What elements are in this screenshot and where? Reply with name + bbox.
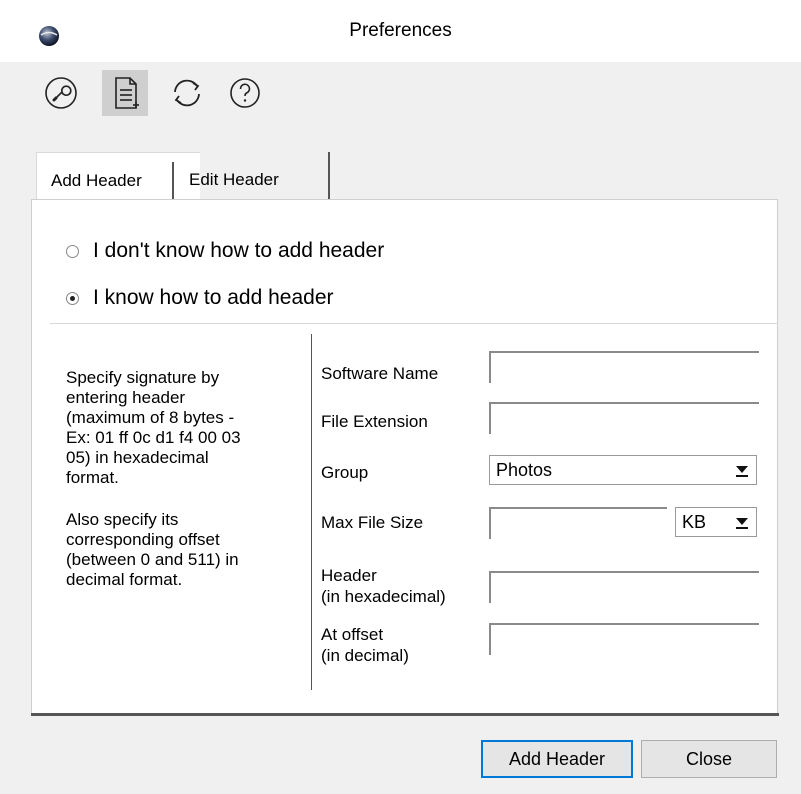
wrench-circle-icon xyxy=(45,77,77,109)
size-unit-select[interactable]: KB xyxy=(675,507,757,537)
vertical-divider xyxy=(311,334,312,690)
offset-label: At offset (in decimal) xyxy=(321,625,409,665)
tab-divider xyxy=(172,162,174,200)
settings-button[interactable] xyxy=(38,70,84,116)
panel-border xyxy=(31,713,779,716)
help-icon xyxy=(230,78,260,108)
help-text: Specify signature by entering header (ma… xyxy=(66,368,292,612)
header-label: Header (in hexadecimal) xyxy=(321,566,446,606)
software-name-label: Software Name xyxy=(321,364,439,383)
help-button[interactable] xyxy=(222,70,268,116)
group-select-value: Photos xyxy=(496,460,553,480)
group-label: Group xyxy=(321,463,369,482)
title-bar: Preferences xyxy=(0,0,801,62)
group-select[interactable]: Photos xyxy=(489,455,757,485)
horizontal-divider xyxy=(50,323,778,324)
radio-know[interactable] xyxy=(66,291,79,305)
option-know[interactable]: I know how to add header xyxy=(66,286,334,310)
help-paragraph-1: Specify signature by entering header (ma… xyxy=(66,368,241,487)
update-button[interactable] xyxy=(164,70,210,116)
close-button[interactable]: Close xyxy=(641,740,777,778)
option-dont-know[interactable]: I don't know how to add header xyxy=(66,239,384,263)
chevron-down-bar xyxy=(736,475,748,477)
option-know-label: I know how to add header xyxy=(93,286,334,309)
chevron-down-bar xyxy=(736,527,748,529)
max-file-size-input[interactable] xyxy=(489,507,667,539)
max-file-size-label: Max File Size xyxy=(321,513,424,532)
tab-edit-header[interactable]: Edit Header xyxy=(175,152,330,200)
chevron-down-icon xyxy=(736,466,748,473)
software-name-input[interactable] xyxy=(489,351,759,383)
help-paragraph-2: Also specify its corresponding offset (b… xyxy=(66,510,239,589)
preferences-window: Preferences Add Header Edit Header I don… xyxy=(0,0,801,794)
size-unit-value: KB xyxy=(682,512,707,532)
chevron-down-icon xyxy=(736,518,748,525)
window-title: Preferences xyxy=(349,20,452,41)
header-input[interactable] xyxy=(489,571,759,603)
radio-dont-know[interactable] xyxy=(66,244,79,258)
refresh-icon xyxy=(174,79,200,107)
add-header-button[interactable]: Add Header xyxy=(481,740,633,778)
toolbar xyxy=(0,62,801,122)
file-extension-label: File Extension xyxy=(321,412,428,431)
file-extension-input[interactable] xyxy=(489,402,759,434)
option-dont-know-label: I don't know how to add header xyxy=(93,239,385,262)
offset-input[interactable] xyxy=(489,623,759,655)
headers-button[interactable] xyxy=(102,70,148,116)
document-icon xyxy=(115,77,139,109)
